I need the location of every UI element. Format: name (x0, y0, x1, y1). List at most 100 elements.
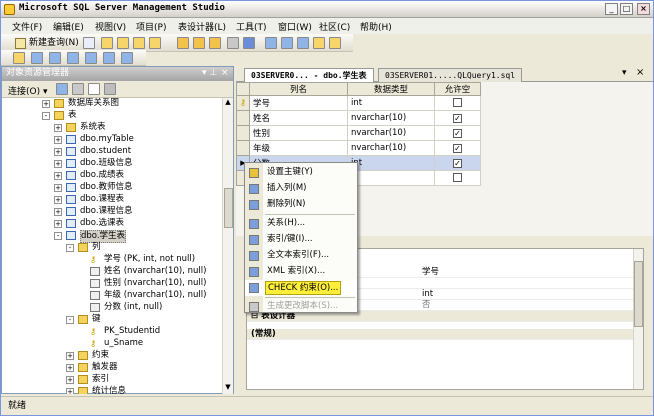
allow-null-checkbox[interactable]: ✓ (453, 159, 462, 168)
scroll-down-icon[interactable]: ▼ (223, 383, 233, 393)
scroll-up-icon[interactable]: ▲ (223, 98, 233, 108)
tree-node[interactable]: -键 (2, 314, 222, 326)
row-selector[interactable] (236, 125, 250, 141)
analysis-query-icon[interactable] (117, 37, 129, 49)
tree-node[interactable]: 年级 (nvarchar(10), null) (2, 290, 222, 302)
connect-icon[interactable] (56, 83, 68, 95)
allow-null-checkbox[interactable] (453, 98, 462, 107)
expand-icon[interactable]: + (66, 376, 74, 384)
expand-icon[interactable]: + (54, 196, 62, 204)
solution-explorer-icon[interactable] (313, 37, 325, 49)
expand-icon[interactable]: + (66, 388, 74, 394)
allow-null-cell[interactable]: ✓ (434, 125, 481, 141)
context-menu-item[interactable]: CHECK 约束(O)... (245, 280, 357, 296)
column-row[interactable]: 年级 nvarchar(10) ✓ (236, 140, 481, 156)
allow-null-checkbox[interactable] (453, 173, 462, 182)
context-menu-item[interactable]: 设置主键(Y) (245, 165, 357, 181)
tree-node[interactable]: ⚷ 学号 (PK, int, not null) (2, 254, 222, 266)
row-selector[interactable] (236, 110, 250, 126)
minimize-button[interactable]: _ (605, 3, 618, 15)
expand-icon[interactable]: + (54, 220, 62, 228)
save-all-icon[interactable] (243, 37, 255, 49)
tree-node[interactable]: + 统计信息 (2, 386, 222, 394)
registered-servers-icon[interactable] (265, 37, 277, 49)
expand-icon[interactable]: + (54, 208, 62, 216)
data-type-cell[interactable]: int (347, 95, 435, 111)
disconnect-icon[interactable] (72, 83, 84, 95)
maximize-button[interactable]: □ (620, 3, 633, 15)
menu-community[interactable]: 社区(C) (319, 20, 350, 33)
collapse-icon[interactable]: - (42, 112, 50, 120)
tree-node[interactable]: + 索引 (2, 374, 222, 386)
tree-node[interactable]: + dbo.班级信息 (2, 158, 222, 170)
primary-key-icon[interactable]: ⚷ (236, 95, 250, 111)
allow-null-checkbox[interactable]: ✓ (453, 129, 462, 138)
add-item-icon[interactable] (209, 37, 221, 49)
column-name-cell[interactable]: 学号 (249, 95, 348, 111)
properties-scroll-thumb[interactable] (634, 261, 643, 327)
tree-node[interactable]: + dbo.课程表 (2, 194, 222, 206)
allow-null-checkbox[interactable]: ✓ (453, 144, 462, 153)
manage-xml-icon[interactable] (103, 52, 115, 64)
context-menu-item[interactable]: 关系(H)... (245, 216, 357, 232)
menu-view[interactable]: 视图(V) (95, 20, 126, 33)
open-file-icon[interactable] (177, 37, 189, 49)
allow-null-checkbox[interactable]: ✓ (453, 114, 462, 123)
connect-button[interactable]: 连接(O) ▾ (8, 84, 48, 97)
row-selector[interactable] (236, 140, 250, 156)
collapse-icon[interactable]: - (66, 316, 74, 324)
menu-table-designer[interactable]: 表设计器(L) (178, 20, 226, 33)
generate-script-icon[interactable] (31, 52, 43, 64)
expand-icon[interactable]: + (54, 172, 62, 180)
column-row[interactable]: 姓名 nvarchar(10) ✓ (236, 110, 481, 126)
collapse-icon[interactable]: - (66, 244, 74, 252)
xmla-query-icon[interactable] (149, 37, 161, 49)
allow-null-cell[interactable]: ✓ (434, 140, 481, 156)
column-name-cell[interactable]: 年级 (249, 140, 348, 156)
expand-icon[interactable]: + (54, 148, 62, 156)
db-query-icon[interactable] (101, 37, 113, 49)
properties-window-icon[interactable] (329, 37, 341, 49)
column-row[interactable]: ⚷ 学号 int (236, 95, 481, 111)
mdx-query-icon[interactable] (133, 37, 145, 49)
save-icon[interactable] (227, 37, 239, 49)
tree-node[interactable]: + dbo.课程信息 (2, 206, 222, 218)
menu-tools[interactable]: 工具(T) (236, 20, 267, 33)
allow-null-cell[interactable]: ✓ (434, 155, 481, 171)
tree-node[interactable]: ⚷ PK_Studentid (2, 326, 222, 338)
expand-icon[interactable]: + (54, 136, 62, 144)
stop-icon[interactable] (88, 83, 100, 95)
expand-icon[interactable]: + (54, 124, 62, 132)
context-menu-item[interactable]: XML 索引(X)... (245, 264, 357, 280)
tree-node[interactable]: - dbo.学生表 (2, 230, 222, 243)
tab-query[interactable]: 03SERVER01.....QLQuery1.sql (378, 68, 523, 82)
context-menu-item[interactable]: 全文本索引(F)... (245, 248, 357, 264)
menu-project[interactable]: 项目(P) (136, 20, 166, 33)
tree-node[interactable]: 分数 (int, null) (2, 302, 222, 314)
tree-node[interactable]: + dbo.选课表 (2, 218, 222, 230)
tab-dropdown-icon[interactable]: ▾ (622, 68, 627, 78)
menu-file[interactable]: 文件(F) (12, 20, 42, 33)
column-row[interactable]: 性别 nvarchar(10) ✓ (236, 125, 481, 141)
allow-null-cell[interactable]: ✓ (434, 110, 481, 126)
tree-node[interactable]: 性别 (nvarchar(10), null) (2, 278, 222, 290)
allow-null-cell[interactable] (434, 170, 481, 186)
tree-node[interactable]: + 数据库关系图 (2, 98, 222, 110)
tree-node[interactable]: + dbo.student (2, 146, 222, 158)
tree-node[interactable]: + dbo.教师信息 (2, 182, 222, 194)
object-explorer-icon[interactable] (281, 37, 293, 49)
data-type-cell[interactable]: nvarchar(10) (347, 110, 435, 126)
context-menu-item[interactable]: 插入列(M) (245, 181, 357, 197)
manage-fulltext-icon[interactable] (85, 52, 97, 64)
manage-indexes-icon[interactable] (67, 52, 79, 64)
template-explorer-icon[interactable] (297, 37, 309, 49)
open-project-icon[interactable] (193, 37, 205, 49)
context-menu-item[interactable]: 删除列(N) (245, 197, 357, 213)
expand-icon[interactable]: + (66, 352, 74, 360)
relationships-icon[interactable] (49, 52, 61, 64)
collapse-icon[interactable]: - (54, 232, 62, 240)
context-menu-item[interactable]: 索引/键(I)... (245, 232, 357, 248)
menu-window[interactable]: 窗口(W) (278, 20, 312, 33)
expand-icon[interactable]: + (54, 160, 62, 168)
filter-icon[interactable] (104, 83, 116, 95)
